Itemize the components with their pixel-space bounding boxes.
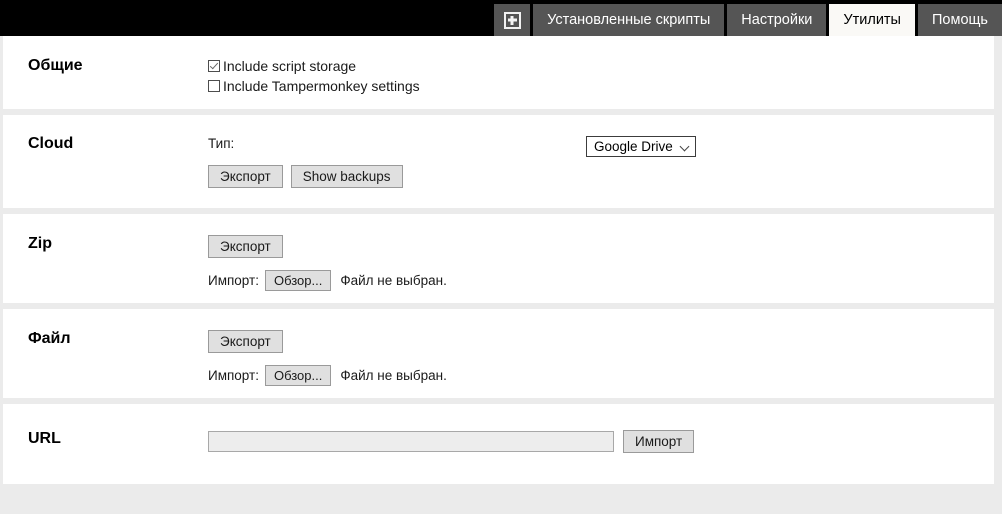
file-button-row: Экспорт [208, 330, 994, 353]
tab-help-label: Помощь [931, 12, 988, 28]
file-import-row: Импорт: Обзор... Файл не выбран. [208, 365, 994, 386]
zip-import-label: Импорт: [208, 273, 259, 288]
top-header-bar: Установленные скрипты Настройки Утилиты … [0, 0, 1002, 36]
section-url-title: URL [28, 430, 61, 447]
zip-export-button[interactable]: Экспорт [208, 235, 283, 258]
checkbox-row-script-storage[interactable]: Include script storage [208, 57, 994, 75]
include-tampermonkey-settings-label: Include Tampermonkey settings [223, 78, 420, 94]
chevron-down-icon [681, 142, 690, 151]
cloud-type-select-value: Google Drive [594, 138, 673, 154]
section-file-body: Экспорт Импорт: Обзор... Файл не выбран. [208, 330, 994, 386]
section-general-title: Общие [28, 57, 83, 74]
file-browse-button[interactable]: Обзор... [264, 365, 332, 386]
tab-utilities[interactable]: Утилиты [829, 4, 915, 36]
include-tampermonkey-settings-checkbox[interactable] [208, 80, 220, 92]
file-export-button[interactable]: Экспорт [208, 330, 283, 353]
section-zip-body: Экспорт Импорт: Обзор... Файл не выбран. [208, 235, 994, 291]
cloud-type-row: Тип: Google Drive [208, 135, 994, 157]
utilities-page: Общие Include script storage Include Tam… [0, 36, 1002, 514]
tab-help[interactable]: Помощь [917, 4, 1002, 36]
section-general: Общие Include script storage Include Tam… [3, 36, 994, 109]
url-input[interactable] [208, 431, 614, 452]
section-zip-title: Zip [28, 235, 52, 252]
section-file-title: Файл [28, 330, 71, 347]
file-import-label: Импорт: [208, 368, 259, 383]
section-file: Файл Экспорт Импорт: Обзор... Файл не вы… [3, 309, 994, 398]
tab-utilities-label: Утилиты [843, 12, 901, 28]
cloud-type-label: Тип: [208, 135, 235, 151]
section-cloud-body: Тип: Google Drive Экспорт Show backups [208, 135, 994, 188]
plus-square-icon [503, 11, 521, 29]
include-script-storage-label: Include script storage [223, 58, 357, 74]
section-cloud: Cloud Тип: Google Drive Экспорт Show bac… [3, 115, 994, 208]
file-file-status: Файл не выбран. [340, 368, 447, 383]
section-cloud-title: Cloud [28, 135, 74, 152]
zip-file-status: Файл не выбран. [340, 273, 447, 288]
include-script-storage-checkbox[interactable] [208, 60, 220, 72]
checkbox-row-tampermonkey-settings[interactable]: Include Tampermonkey settings [208, 77, 994, 95]
tab-settings[interactable]: Настройки [727, 4, 827, 36]
cloud-show-backups-button[interactable]: Show backups [290, 165, 403, 188]
tab-settings-label: Настройки [741, 12, 813, 28]
cloud-export-button[interactable]: Экспорт [208, 165, 283, 188]
tab-installed-scripts-label: Установленные скрипты [547, 12, 711, 28]
section-zip: Zip Экспорт Импорт: Обзор... Файл не выб… [3, 214, 994, 303]
section-url-body: Импорт [208, 430, 994, 453]
add-tab-button[interactable] [494, 4, 531, 36]
cloud-type-select[interactable]: Google Drive [586, 135, 696, 157]
zip-import-row: Импорт: Обзор... Файл не выбран. [208, 270, 994, 291]
section-general-body: Include script storage Include Tampermon… [208, 57, 994, 97]
section-url: URL Импорт [3, 404, 994, 484]
url-import-button[interactable]: Импорт [623, 430, 695, 453]
cloud-button-row: Экспорт Show backups [208, 165, 994, 188]
tab-strip: Установленные скрипты Настройки Утилиты … [494, 0, 1002, 36]
zip-button-row: Экспорт [208, 235, 994, 258]
zip-browse-button[interactable]: Обзор... [264, 270, 332, 291]
url-row: Импорт [208, 430, 994, 453]
tab-installed-scripts[interactable]: Установленные скрипты [533, 4, 725, 36]
